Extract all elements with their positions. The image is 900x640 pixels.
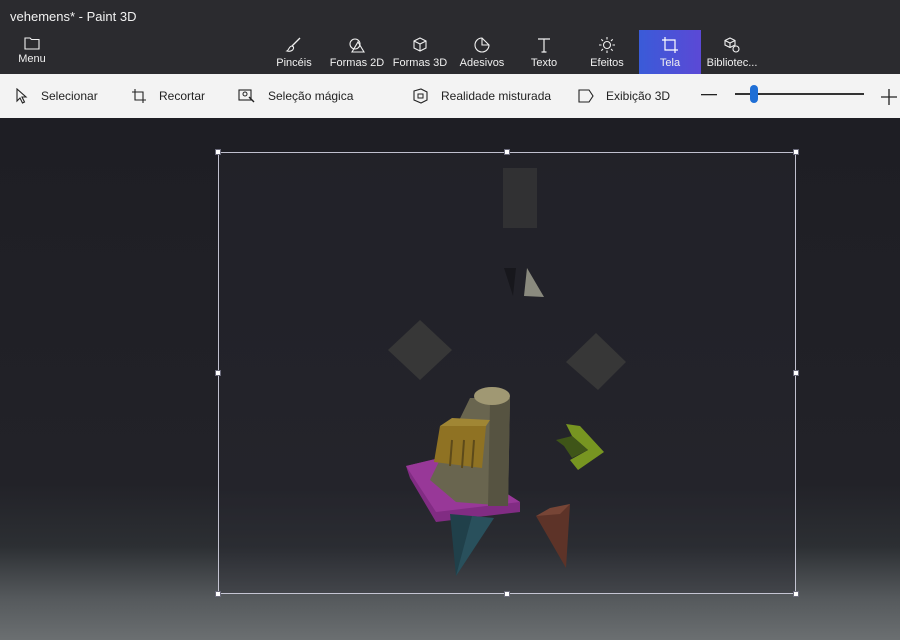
resize-handle-left[interactable] [215, 370, 221, 376]
tool-canvas-label: Tela [659, 57, 681, 69]
resize-handle-top-left[interactable] [215, 149, 221, 155]
view-3d-label: Exibição 3D [606, 89, 671, 103]
title-bar: vehemens* - Paint 3D [0, 0, 900, 32]
crop-icon [132, 89, 146, 103]
tool-effects-label: Efeitos [590, 57, 624, 69]
resize-handle-top-right[interactable] [793, 149, 799, 155]
menu-button[interactable]: Menu [8, 32, 56, 72]
resize-handle-bottom-left[interactable] [215, 591, 221, 597]
tool-shapes-2d-label: Formas 2D [329, 57, 385, 69]
tool-stickers[interactable]: Adesivos [458, 30, 506, 74]
library-icon [724, 37, 740, 53]
crop-button[interactable]: Recortar [131, 86, 205, 106]
select-button[interactable]: Selecionar [15, 86, 98, 106]
tool-shapes-2d[interactable]: Formas 2D [329, 30, 385, 74]
menu-label: Menu [18, 53, 46, 65]
select-label: Selecionar [41, 89, 98, 103]
resize-handle-right[interactable] [793, 370, 799, 376]
tool-shapes-3d-label: Formas 3D [392, 57, 448, 69]
text-icon [538, 38, 550, 53]
shapes-2d-icon [349, 38, 365, 53]
tool-canvas[interactable]: Tela [639, 30, 701, 74]
tool-shapes-3d[interactable]: Formas 3D [392, 30, 448, 74]
magic-select-icon [238, 89, 255, 103]
folder-icon [24, 37, 40, 50]
tool-brushes-label: Pincéis [276, 57, 312, 69]
canvas-frame[interactable] [218, 152, 796, 594]
magic-select-label: Seleção mágica [268, 89, 354, 103]
zoom-slider-thumb[interactable] [750, 85, 759, 103]
tool-library-label: Bibliotec... [706, 57, 758, 69]
zoom-in-icon[interactable] [880, 88, 898, 106]
tool-stickers-label: Adesivos [459, 57, 505, 69]
mixed-reality-button[interactable]: Realidade misturada [413, 86, 551, 106]
magic-select-button[interactable]: Seleção mágica [238, 86, 353, 106]
canvas-crop-icon [662, 37, 678, 53]
sticker-icon [474, 37, 490, 53]
tool-library[interactable]: Bibliotec... [704, 30, 760, 74]
tool-effects[interactable]: Efeitos [585, 30, 629, 74]
view-3d-icon [578, 89, 594, 103]
resize-handle-top[interactable] [504, 149, 510, 155]
tool-text-label: Texto [530, 57, 558, 69]
tool-brushes[interactable]: Pincéis [270, 30, 318, 74]
tool-text[interactable]: Texto [522, 30, 566, 74]
resize-handle-bottom-right[interactable] [793, 591, 799, 597]
cube-icon [413, 37, 427, 52]
mixed-reality-label: Realidade misturada [441, 89, 552, 103]
cursor-icon [16, 88, 28, 104]
view-3d-button[interactable]: Exibição 3D [578, 86, 670, 106]
window-title: vehemens* - Paint 3D [10, 8, 137, 24]
resize-handle-bottom[interactable] [504, 591, 510, 597]
sun-icon [599, 37, 615, 53]
zoom-out-icon[interactable] [701, 94, 717, 96]
main-toolbar: Menu Pincéis Formas 2D Formas 3D Adesivo… [0, 30, 900, 74]
crop-label: Recortar [159, 89, 206, 103]
mixed-reality-icon [413, 88, 428, 104]
brush-icon [285, 37, 301, 52]
